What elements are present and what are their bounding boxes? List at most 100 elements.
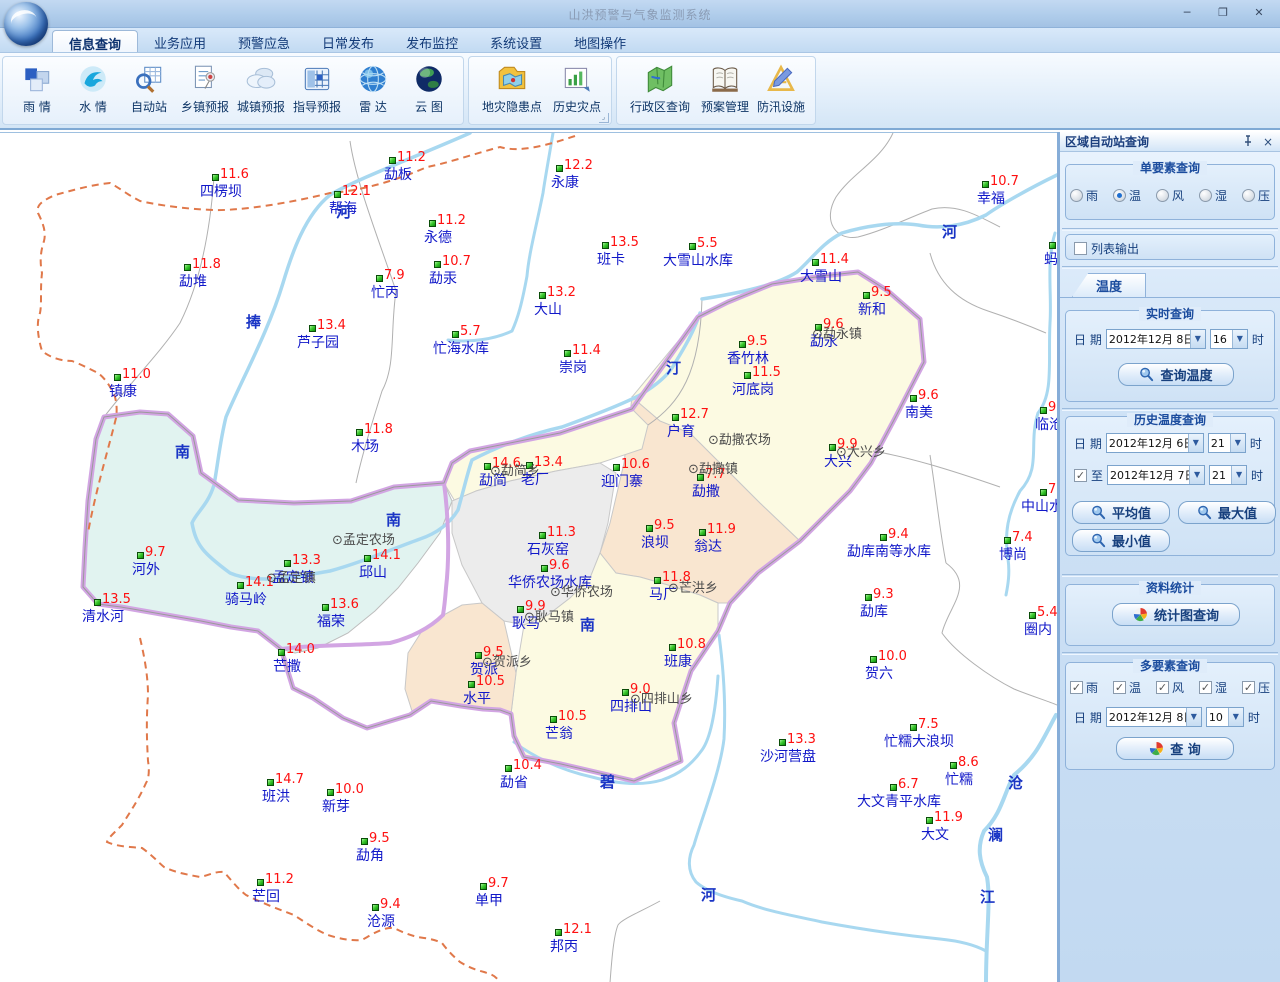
station-marker[interactable]	[94, 599, 101, 606]
station-marker[interactable]	[505, 765, 512, 772]
station-marker[interactable]	[429, 220, 436, 227]
chevron-down-icon[interactable]: ▼	[1232, 330, 1247, 348]
station-marker[interactable]	[602, 242, 609, 249]
station-marker[interactable]	[613, 464, 620, 471]
chevron-down-icon[interactable]: ▼	[1186, 708, 1201, 726]
station-marker[interactable]	[689, 243, 696, 250]
station-marker[interactable]	[389, 157, 396, 164]
maximize-button[interactable]: ❐	[1212, 5, 1234, 21]
tab-temperature[interactable]: 温度	[1072, 273, 1146, 297]
window-titlebar[interactable]: 山洪预警与气象监测系统 ─ ❐ ✕	[0, 0, 1280, 28]
history-hour2-combo[interactable]: 21 ▼	[1209, 465, 1247, 485]
chevron-down-icon[interactable]: ▼	[1228, 708, 1243, 726]
radio-element-湿[interactable]: 湿	[1199, 187, 1227, 204]
station-marker[interactable]	[334, 191, 341, 198]
history-date1-combo[interactable]: 2012年12月 6日 ▼	[1106, 433, 1204, 453]
station-marker[interactable]	[361, 838, 368, 845]
station-marker[interactable]	[356, 429, 363, 436]
station-marker[interactable]	[114, 374, 121, 381]
menu-tab-5[interactable]: 系统设置	[474, 30, 558, 52]
radio-element-压[interactable]: 压	[1242, 187, 1270, 204]
radio-icon[interactable]	[1156, 189, 1169, 202]
stats-chart-query-button[interactable]: 统计图查询	[1112, 603, 1240, 626]
group-launcher-icon[interactable]: ⌟	[599, 113, 609, 123]
station-marker[interactable]	[257, 879, 264, 886]
station-marker[interactable]	[744, 372, 751, 379]
station-marker[interactable]	[564, 350, 571, 357]
checkbox-element-风[interactable]: ✓风	[1156, 679, 1184, 696]
realtime-date-combo[interactable]: 2012年12月 8日 ▼	[1106, 329, 1206, 349]
station-marker[interactable]	[669, 644, 676, 651]
station-marker[interactable]	[237, 582, 244, 589]
station-marker[interactable]	[812, 259, 819, 266]
station-marker[interactable]	[950, 762, 957, 769]
menu-tab-0[interactable]: 信息查询	[52, 30, 138, 52]
multi-date-combo[interactable]: 2012年12月 8日 ▼	[1106, 707, 1202, 727]
station-marker[interactable]	[779, 739, 786, 746]
panel-titlebar[interactable]: 区域自动站查询 ×	[1060, 132, 1280, 152]
station-marker[interactable]	[434, 261, 441, 268]
station-marker[interactable]	[672, 414, 679, 421]
station-marker[interactable]	[910, 395, 917, 402]
radio-icon[interactable]	[1199, 189, 1212, 202]
station-marker[interactable]	[327, 789, 334, 796]
station-marker[interactable]	[1040, 489, 1047, 496]
query-temperature-button[interactable]: 查询温度	[1118, 363, 1234, 386]
station-marker[interactable]	[184, 264, 191, 271]
multi-query-button[interactable]: 查 询	[1116, 737, 1234, 760]
station-marker[interactable]	[910, 724, 917, 731]
station-marker[interactable]	[890, 784, 897, 791]
station-marker[interactable]	[654, 577, 661, 584]
toolbar-button-autostation[interactable]: 自动站	[121, 60, 177, 115]
toolbar-button-plan-management[interactable]: 预案管理	[697, 60, 753, 115]
station-marker[interactable]	[322, 604, 329, 611]
chevron-down-icon[interactable]: ▼	[1190, 330, 1205, 348]
station-marker[interactable]	[863, 292, 870, 299]
close-button[interactable]: ✕	[1248, 5, 1270, 21]
radio-element-雨[interactable]: 雨	[1070, 187, 1098, 204]
station-marker[interactable]	[880, 534, 887, 541]
menu-tab-4[interactable]: 发布监控	[390, 30, 474, 52]
toolbar-button-rain[interactable]: 雨 情	[9, 60, 65, 115]
toolbar-button-city-forecast[interactable]: 城镇预报	[233, 60, 289, 115]
minimum-button[interactable]: 最小值	[1072, 529, 1170, 552]
menu-tab-3[interactable]: 日常发布	[306, 30, 390, 52]
station-marker[interactable]	[376, 275, 383, 282]
checkbox-icon[interactable]: ✓	[1242, 681, 1255, 694]
checkbox-element-雨[interactable]: ✓雨	[1070, 679, 1098, 696]
chevron-down-icon[interactable]: ▼	[1188, 434, 1203, 452]
list-output-checkbox[interactable]	[1074, 242, 1087, 255]
checkbox-icon[interactable]: ✓	[1070, 681, 1083, 694]
station-marker[interactable]	[739, 341, 746, 348]
pin-icon[interactable]	[1241, 135, 1255, 149]
checkbox-element-温[interactable]: ✓温	[1113, 679, 1141, 696]
station-marker[interactable]	[284, 560, 291, 567]
radio-element-温[interactable]: 温	[1113, 187, 1141, 204]
history-hour1-combo[interactable]: 21 ▼	[1208, 433, 1246, 453]
station-marker[interactable]	[550, 716, 557, 723]
checkbox-element-压[interactable]: ✓压	[1242, 679, 1270, 696]
station-marker[interactable]	[541, 565, 548, 572]
history-to-checkbox[interactable]: ✓	[1074, 469, 1087, 482]
station-marker[interactable]	[555, 929, 562, 936]
radio-icon[interactable]	[1242, 189, 1255, 202]
checkbox-icon[interactable]: ✓	[1113, 681, 1126, 694]
toolbar-button-satellite[interactable]: 云 图	[401, 60, 457, 115]
realtime-hour-combo[interactable]: 16 ▼	[1210, 329, 1248, 349]
station-marker[interactable]	[137, 552, 144, 559]
toolbar-button-flood-facility[interactable]: 防汛设施	[753, 60, 809, 115]
station-marker[interactable]	[372, 904, 379, 911]
chevron-down-icon[interactable]: ▼	[1231, 466, 1246, 484]
station-marker[interactable]	[539, 532, 546, 539]
station-marker[interactable]	[1040, 407, 1047, 414]
toolbar-button-radar[interactable]: 雷 达	[345, 60, 401, 115]
station-marker[interactable]	[364, 555, 371, 562]
station-marker[interactable]	[539, 292, 546, 299]
toolbar-button-water[interactable]: 水 情	[65, 60, 121, 115]
menu-tab-2[interactable]: 预警应急	[222, 30, 306, 52]
station-marker[interactable]	[622, 689, 629, 696]
checkbox-icon[interactable]: ✓	[1156, 681, 1169, 694]
toolbar-button-admin-region[interactable]: 行政区查询	[623, 60, 697, 115]
station-marker[interactable]	[475, 652, 482, 659]
station-marker[interactable]	[452, 331, 459, 338]
